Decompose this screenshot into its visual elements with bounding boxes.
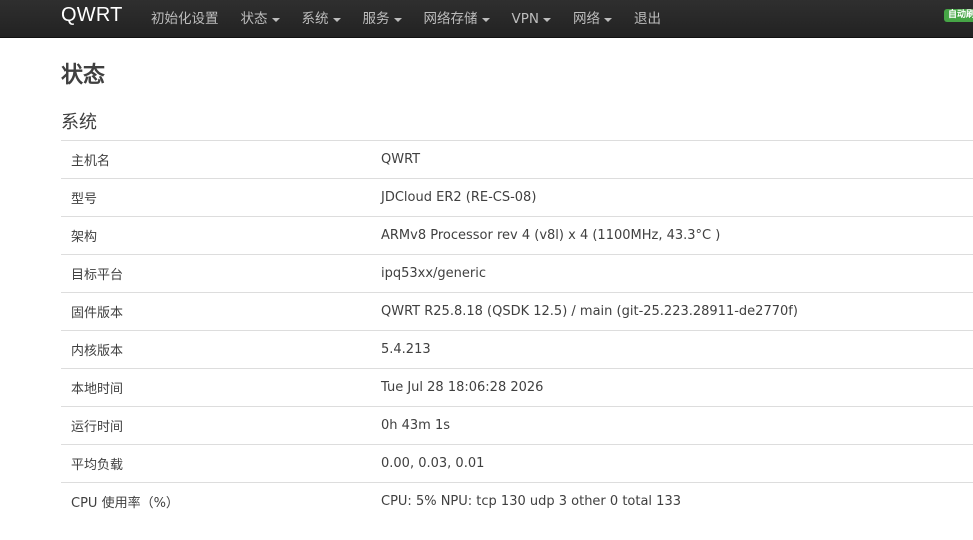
nav-item-services[interactable]: 服务 [352, 0, 413, 37]
row-label: 本地时间 [61, 368, 381, 407]
section-title: 系统 [61, 112, 97, 133]
row-label: 运行时间 [61, 406, 381, 445]
table-row: 本地时间 Tue Jul 28 18:06:28 2026 [61, 368, 973, 407]
row-value: JDCloud ER2 (RE-CS-08) [381, 178, 973, 217]
table-row: CPU 使用率（%） CPU: 5% NPU: tcp 130 udp 3 oth… [61, 482, 973, 520]
table-row: 型号 JDCloud ER2 (RE-CS-08) [61, 178, 973, 217]
nav-item-system[interactable]: 系统 [291, 0, 352, 37]
row-label: 固件版本 [61, 292, 381, 331]
nav-item-network[interactable]: 网络 [562, 0, 623, 37]
main-nav: 初始化设置 状态 系统 服务 网络存储 VPN 网络 退出 [140, 0, 672, 37]
caret-down-icon [271, 17, 280, 22]
nav-item-label: 退出 [633, 10, 661, 27]
row-label: 主机名 [61, 140, 381, 179]
nav-item-logout[interactable]: 退出 [623, 0, 672, 37]
row-value: Tue Jul 28 18:06:28 2026 [381, 368, 973, 407]
caret-down-icon [542, 17, 551, 22]
table-row: 固件版本 QWRT R25.8.18 (QSDK 12.5) / main (gi… [61, 292, 973, 331]
top-navbar: QWRT 初始化设置 状态 系统 服务 网络存储 VPN 网络 退出 自动刷 [0, 0, 973, 38]
nav-item-label: 系统 [301, 10, 329, 27]
row-value: 0.00, 0.03, 0.01 [381, 444, 973, 483]
row-label: 架构 [61, 216, 381, 255]
row-label: 内核版本 [61, 330, 381, 369]
nav-item-initial-setup[interactable]: 初始化设置 [140, 0, 230, 37]
table-row: 主机名 QWRT [61, 140, 973, 179]
nav-item-label: 网络 [572, 10, 600, 27]
row-label: CPU 使用率（%） [61, 482, 381, 520]
row-value: CPU: 5% NPU: tcp 130 udp 3 other 0 total… [381, 482, 973, 520]
nav-item-label: 初始化设置 [151, 10, 219, 27]
caret-down-icon [603, 17, 612, 22]
nav-item-vpn[interactable]: VPN [501, 0, 562, 37]
row-label: 平均负载 [61, 444, 381, 483]
row-label: 目标平台 [61, 254, 381, 293]
nav-item-label: 状态 [240, 10, 268, 27]
table-row: 运行时间 0h 43m 1s [61, 406, 973, 445]
nav-item-label: 服务 [362, 10, 390, 27]
row-value: 5.4.213 [381, 330, 973, 369]
nav-item-status[interactable]: 状态 [230, 0, 291, 37]
brand-logo[interactable]: QWRT [61, 4, 123, 27]
row-value: QWRT [381, 140, 973, 179]
page-title: 状态 [61, 63, 106, 88]
row-value: 0h 43m 1s [381, 406, 973, 445]
auto-refresh-badge[interactable]: 自动刷 [944, 9, 973, 22]
nav-item-nas[interactable]: 网络存储 [413, 0, 501, 37]
table-row: 平均负载 0.00, 0.03, 0.01 [61, 444, 973, 483]
caret-down-icon [481, 17, 490, 22]
table-row: 架构 ARMv8 Processor rev 4 (v8l) x 4 (1100M… [61, 216, 973, 255]
row-value: ipq53xx/generic [381, 254, 973, 293]
caret-down-icon [393, 17, 402, 22]
nav-item-label: 网络存储 [423, 10, 478, 27]
row-label: 型号 [61, 178, 381, 217]
nav-item-label: VPN [511, 10, 539, 27]
table-row: 内核版本 5.4.213 [61, 330, 973, 369]
system-info-table: 主机名 QWRT 型号 JDCloud ER2 (RE-CS-08) 架构 ARMv8 P… [61, 140, 973, 520]
row-value: ARMv8 Processor rev 4 (v8l) x 4 (1100MHz… [381, 216, 973, 255]
table-row: 目标平台 ipq53xx/generic [61, 254, 973, 293]
caret-down-icon [332, 17, 341, 22]
row-value: QWRT R25.8.18 (QSDK 12.5) / main (git-25… [381, 292, 973, 331]
